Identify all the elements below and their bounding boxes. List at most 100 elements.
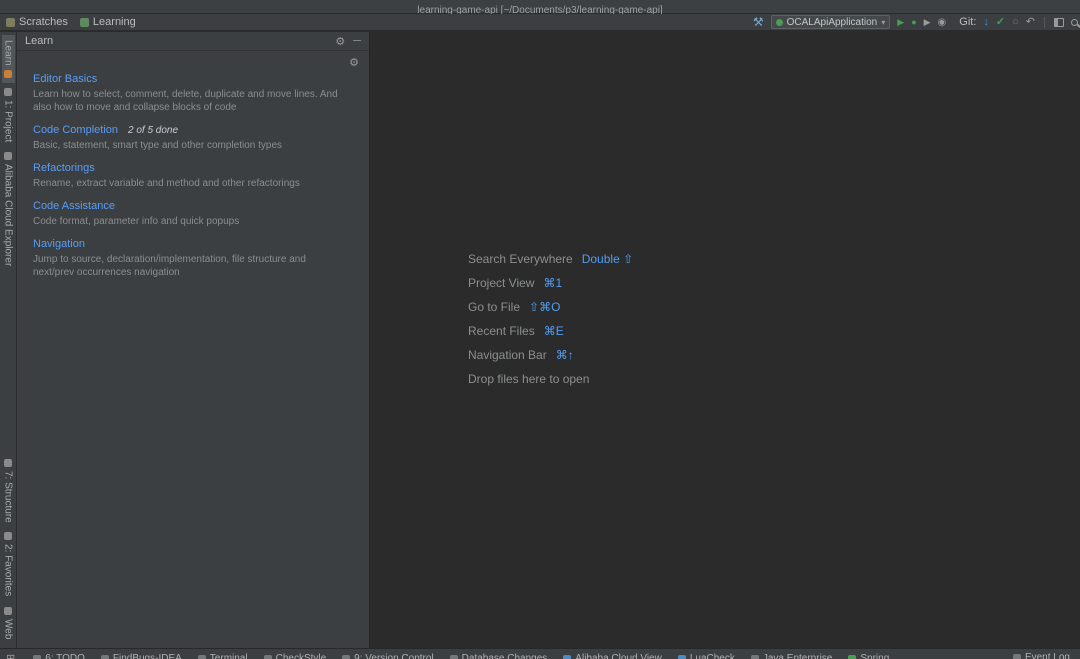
- lesson-link[interactable]: Refactorings: [33, 162, 95, 174]
- git-label: Git:: [959, 16, 976, 28]
- lesson-link[interactable]: Editor Basics: [33, 73, 97, 85]
- gear-icon[interactable]: ⚙: [349, 56, 359, 69]
- run-with-coverage-button[interactable]: ▶: [924, 16, 931, 29]
- stripe-button-favorites[interactable]: 2: Favorites: [2, 527, 15, 601]
- shortcut-row: Go to File ⇧⌘O: [468, 295, 633, 319]
- spring-app-icon: [776, 19, 783, 26]
- learning-icon: [80, 18, 89, 27]
- event-log-icon: [1013, 654, 1021, 659]
- search-icon[interactable]: [1071, 19, 1078, 26]
- run-toolbar: ⚒ OCALApiApplication ▾ ▶ ● ▶ ◉ Git: ↓ ✓ …: [753, 15, 1076, 29]
- statusbar-item-alibaba-cloud-view[interactable]: Alibaba Cloud View: [563, 653, 662, 659]
- database-icon: [450, 655, 458, 659]
- list-item: Navigation Jump to source, declaration/i…: [33, 238, 355, 279]
- statusbar-item-checkstyle[interactable]: CheckStyle: [264, 653, 327, 659]
- statusbar-item-java-enterprise[interactable]: Java Enterprise: [751, 653, 832, 659]
- findbugs-icon: [101, 655, 109, 659]
- run-config-name: OCALApiApplication: [787, 17, 878, 28]
- web-toolwindow-icon: [4, 607, 12, 615]
- terminal-icon: [198, 655, 206, 659]
- stripe-button-project[interactable]: 1: Project: [2, 83, 15, 147]
- shortcut-row: Drop files here to open: [468, 367, 633, 391]
- lesson-description: Code format, parameter info and quick po…: [33, 215, 341, 228]
- shortcut-row: Project View ⌘1: [468, 271, 633, 295]
- stripe-button-learn[interactable]: Learn: [2, 35, 15, 83]
- learn-panel-toolbar: ⚙: [17, 51, 369, 73]
- statusbar-right: Event Log: [1013, 652, 1070, 659]
- toolwindow-switcher-icon[interactable]: ⊞: [6, 652, 15, 659]
- statusbar-item-todo[interactable]: 6: TODO: [33, 653, 85, 659]
- breadcrumb: Scratches Learning: [6, 16, 136, 28]
- shortcut-row: Navigation Bar ⌘↑: [468, 343, 633, 367]
- main-area: Learn 1: Project Alibaba Cloud Explorer …: [0, 32, 1080, 648]
- list-item: Code Assistance Code format, parameter i…: [33, 200, 355, 228]
- learn-lessons-list: Editor Basics Learn how to select, comme…: [17, 73, 369, 289]
- stripe-button-alibaba-cloud-explorer[interactable]: Alibaba Cloud Explorer: [2, 147, 15, 271]
- learn-panel-header: Learn ⚙ ─: [17, 32, 369, 51]
- stripe-bottom-group: 7: Structure 2: Favorites Web: [2, 454, 15, 644]
- navigation-bar: Scratches Learning ⚒ OCALApiApplication …: [0, 14, 1080, 31]
- project-toolwindow-icon: [4, 88, 12, 96]
- run-button[interactable]: ▶: [897, 16, 904, 29]
- learn-panel-title: Learn: [25, 35, 327, 47]
- debug-button[interactable]: ●: [911, 16, 916, 29]
- nav-item-label: Learning: [93, 16, 136, 28]
- statusbar-item-terminal[interactable]: Terminal: [198, 653, 248, 659]
- list-item: Code Completion 2 of 5 done Basic, state…: [33, 124, 355, 152]
- gear-icon[interactable]: ⚙: [335, 35, 345, 48]
- shortcut-row: Recent Files ⌘E: [468, 319, 633, 343]
- minimize-icon[interactable]: ─: [353, 35, 361, 47]
- lesson-description: Learn how to select, comment, delete, du…: [33, 88, 341, 114]
- empty-editor-shortcuts: Search Everywhere Double ⇧ Project View …: [468, 247, 633, 391]
- statusbar-left: ⊞ 6: TODO FindBugs-IDEA Terminal CheckSt…: [6, 652, 889, 659]
- lesson-link[interactable]: Code Completion: [33, 124, 118, 136]
- favorites-toolwindow-icon: [4, 532, 12, 540]
- nav-item-label: Scratches: [19, 16, 68, 28]
- nav-item-scratches[interactable]: Scratches: [6, 16, 68, 28]
- toolbar-divider: [1044, 17, 1045, 28]
- history-button[interactable]: ○: [1012, 16, 1019, 29]
- list-item: Refactorings Rename, extract variable an…: [33, 162, 355, 190]
- stripe-top-group: Learn 1: Project Alibaba Cloud Explorer: [2, 35, 15, 271]
- version-control-icon: [342, 655, 350, 659]
- alibaba-cloud-explorer-icon: [4, 152, 12, 160]
- left-toolwindow-stripe: Learn 1: Project Alibaba Cloud Explorer …: [0, 32, 17, 648]
- statusbar-item-luacheck[interactable]: LuaCheck: [678, 653, 735, 659]
- status-bar: ⊞ 6: TODO FindBugs-IDEA Terminal CheckSt…: [0, 648, 1080, 659]
- scratches-icon: [6, 18, 15, 27]
- restore-layout-icon[interactable]: [1054, 18, 1064, 27]
- shortcut-row: Search Everywhere Double ⇧: [468, 247, 633, 271]
- lesson-description: Jump to source, declaration/implementati…: [33, 253, 341, 279]
- git-commit-button[interactable]: ✓: [996, 16, 1005, 29]
- window-titlebar: learning-game-api [~/Documents/p3/learni…: [0, 0, 1080, 14]
- git-update-button[interactable]: ↓: [983, 16, 989, 29]
- lesson-link[interactable]: Code Assistance: [33, 200, 115, 212]
- build-icon[interactable]: ⚒: [753, 16, 764, 29]
- chevron-down-icon: ▾: [881, 18, 885, 27]
- profiler-button[interactable]: ◉: [938, 16, 947, 29]
- statusbar-item-findbugs[interactable]: FindBugs-IDEA: [101, 653, 182, 659]
- run-config-select[interactable]: OCALApiApplication ▾: [771, 15, 891, 29]
- java-enterprise-icon: [751, 655, 759, 659]
- learn-toolwindow-icon: [4, 70, 12, 78]
- statusbar-item-event-log[interactable]: Event Log: [1013, 652, 1070, 659]
- stripe-button-structure[interactable]: 7: Structure: [2, 454, 15, 528]
- statusbar-item-database-changes[interactable]: Database Changes: [450, 653, 548, 659]
- stripe-button-web[interactable]: Web: [2, 602, 15, 644]
- lesson-description: Basic, statement, smart type and other c…: [33, 139, 341, 152]
- todo-icon: [33, 655, 41, 659]
- rollback-button[interactable]: ↶: [1026, 16, 1035, 29]
- alibaba-cloud-icon: [563, 655, 571, 659]
- lesson-description: Rename, extract variable and method and …: [33, 177, 341, 190]
- checkstyle-icon: [264, 655, 272, 659]
- statusbar-item-spring[interactable]: Spring: [848, 653, 889, 659]
- luacheck-icon: [678, 655, 686, 659]
- lesson-link[interactable]: Navigation: [33, 238, 85, 250]
- list-item: Editor Basics Learn how to select, comme…: [33, 73, 355, 114]
- editor-area[interactable]: Search Everywhere Double ⇧ Project View …: [370, 32, 1080, 648]
- nav-item-learning[interactable]: Learning: [80, 16, 136, 28]
- learn-toolwindow: Learn ⚙ ─ ⚙ Editor Basics Learn how to s…: [17, 32, 370, 648]
- lesson-progress: 2 of 5 done: [128, 125, 178, 136]
- statusbar-item-version-control[interactable]: 9: Version Control: [342, 653, 434, 659]
- structure-toolwindow-icon: [4, 459, 12, 467]
